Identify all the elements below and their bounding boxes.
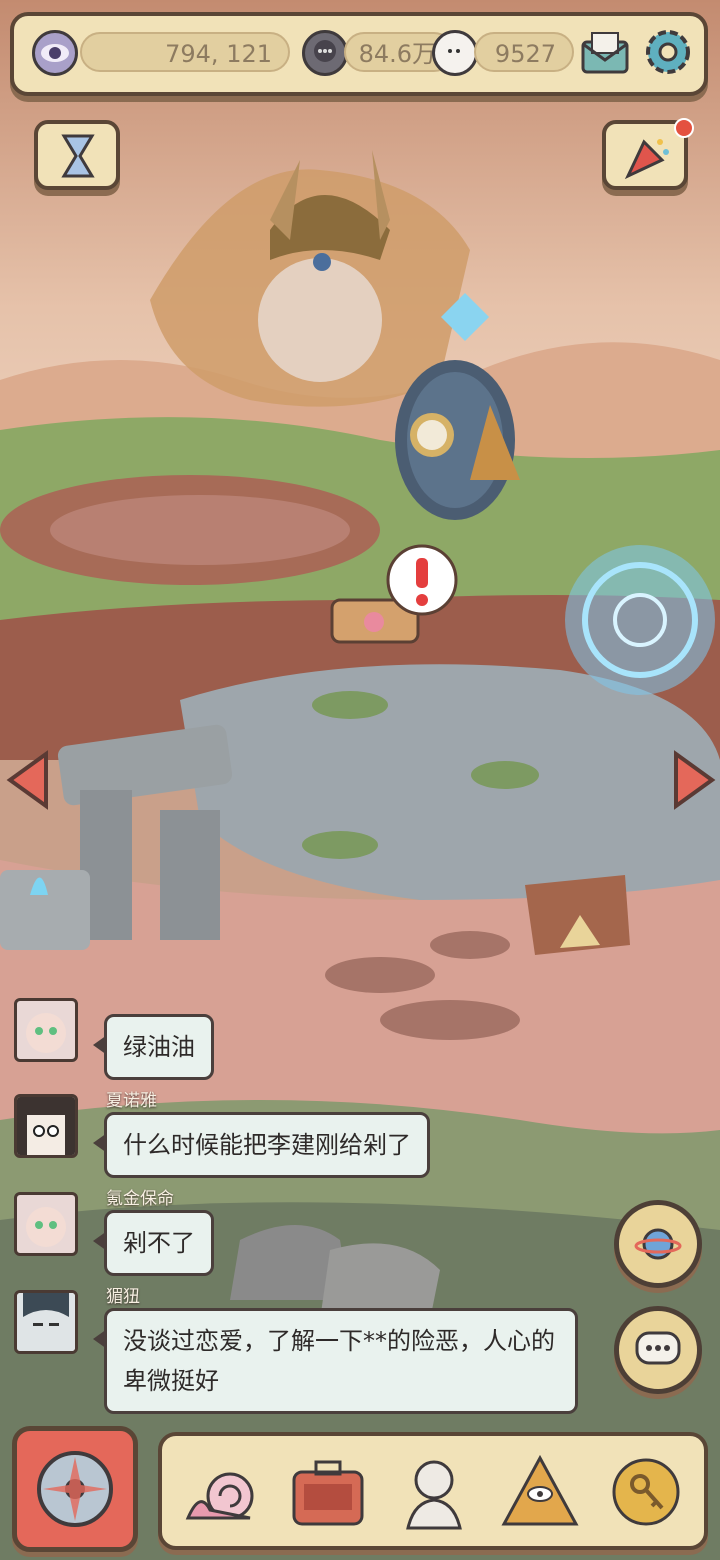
planet-button[interactable] bbox=[614, 1200, 702, 1288]
avatar[interactable] bbox=[14, 998, 78, 1062]
eye-icon bbox=[32, 30, 78, 76]
bust-statue-icon[interactable] bbox=[392, 1450, 476, 1534]
event-button[interactable] bbox=[602, 118, 694, 190]
bottom-dock bbox=[158, 1432, 708, 1550]
pyramid-eye-icon[interactable] bbox=[498, 1450, 582, 1534]
chat-bubble: 没谈过恋爱，了解一下**的险恶，人心的卑微挺好 bbox=[93, 1308, 578, 1414]
avatar[interactable] bbox=[14, 1290, 78, 1354]
resource-bar: 794, 121 84.6万 9527 bbox=[10, 12, 708, 96]
hourglass-button[interactable] bbox=[34, 120, 120, 190]
ghost-icon bbox=[432, 30, 478, 76]
chat-icon bbox=[635, 1331, 681, 1365]
scene-right-arrow[interactable] bbox=[672, 750, 716, 810]
avatar[interactable] bbox=[14, 1192, 78, 1256]
chat-username: 氪金保命 bbox=[106, 1189, 174, 1209]
gear-icon[interactable] bbox=[642, 26, 694, 78]
notification-dot bbox=[674, 118, 694, 138]
planet-icon bbox=[634, 1228, 682, 1260]
chat-button[interactable] bbox=[614, 1306, 702, 1394]
mail-icon[interactable] bbox=[580, 30, 630, 76]
scene-left-arrow[interactable] bbox=[6, 750, 50, 810]
views-counter: 794, 121 bbox=[80, 32, 290, 72]
chat-username: 夏诺雅 bbox=[106, 1091, 157, 1111]
avatar[interactable] bbox=[14, 1094, 78, 1158]
snail-icon[interactable] bbox=[180, 1450, 264, 1534]
party-popper-icon bbox=[624, 139, 669, 180]
coin-key-icon[interactable] bbox=[604, 1450, 688, 1534]
speech-bubble-icon bbox=[302, 30, 348, 76]
chat-bubble: 绿油油 bbox=[93, 1014, 214, 1080]
spinner-icon bbox=[37, 1451, 113, 1527]
chat-bubble: 什么时候能把李建刚给剁了 bbox=[93, 1112, 430, 1178]
ghosts-counter: 9527 bbox=[474, 32, 574, 72]
suitcase-icon[interactable] bbox=[286, 1450, 370, 1534]
chat-bubble: 剁不了 bbox=[93, 1210, 214, 1276]
hourglass-icon bbox=[61, 134, 95, 178]
main-ability-button[interactable] bbox=[12, 1426, 138, 1552]
chat-username: 猸狃 bbox=[106, 1287, 140, 1307]
